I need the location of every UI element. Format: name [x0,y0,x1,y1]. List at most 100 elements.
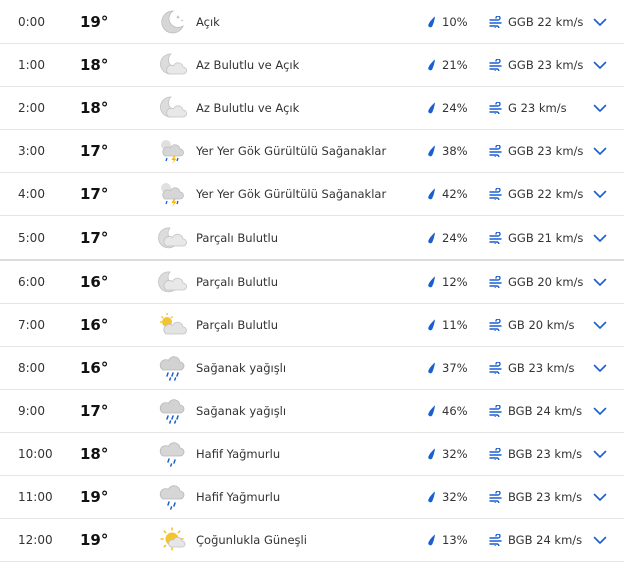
thunderstorm-icon [157,136,187,166]
hour-row[interactable]: 0:00 19° Açık 10% GGB 22 km/s [0,0,624,44]
thunderstorm-icon [157,179,187,209]
precipitation-value: 24% [442,101,468,115]
hour-time: 5:00 [18,230,45,245]
hour-row[interactable]: 5:00 17° Parçalı Bulutlu 24% GGB 21 km/s [0,216,624,261]
chevron-down-icon[interactable] [593,146,607,156]
raindrop-icon [428,319,435,331]
chevron-down-icon[interactable] [593,320,607,330]
hour-row[interactable]: 1:00 18° Az Bulutlu ve Açık 21% GGB 23 km/s [0,44,624,87]
wind-value: BGB 24 km/s [508,533,583,547]
wind-icon [489,15,502,28]
chevron-down-icon[interactable] [593,17,607,27]
hour-row[interactable]: 6:00 16° Parçalı Bulutlu 12% GGB 20 km/s [0,261,624,304]
precipitation: 42% [427,173,468,215]
wind: BGB 23 km/s [489,476,582,518]
raindrop-icon [428,16,435,27]
raindrop-icon [428,491,435,503]
hour-temperature: 17° [80,228,109,247]
precipitation-value: 42% [442,187,468,201]
raindrop-icon [428,534,435,546]
hour-time: 2:00 [18,101,45,115]
precipitation: 10% [427,0,468,43]
raindrop-icon [428,145,435,157]
precipitation: 24% [427,87,468,129]
precipitation-value: 11% [442,318,468,332]
hour-time: 6:00 [18,275,45,289]
hour-condition: Parçalı Bulutlu [196,230,279,245]
hourly-forecast-list: 0:00 19° Açık 10% GGB 22 km/s 1:00 18° Az Bulut… [0,0,624,562]
precipitation-value: 38% [442,144,468,158]
wind: GGB 22 km/s [489,0,583,43]
hour-time: 1:00 [18,58,45,72]
hour-row[interactable]: 3:00 17° Yer Yer Gök Gürültülü Sağanaklar 3… [0,130,624,173]
chevron-down-icon[interactable] [593,449,607,459]
hour-temperature: 16° [80,316,109,334]
hour-temperature: 19° [80,488,109,506]
hour-temperature: 16° [80,273,109,291]
precipitation-value: 46% [442,404,468,418]
wind-value: BGB 24 km/s [508,404,583,418]
wind-value: GGB 21 km/s [508,230,584,245]
hour-row[interactable]: 10:00 18° Hafif Yağmurlu 32% BGB 23 km/s [0,433,624,476]
hour-temperature: 19° [80,12,109,31]
precipitation: 12% [427,261,468,303]
wind: GB 20 km/s [489,304,574,346]
wind: GGB 21 km/s [489,216,583,259]
raindrop-icon [428,59,435,71]
wind-value: GGB 22 km/s [508,187,584,201]
wind-icon [489,491,502,503]
hour-row[interactable]: 7:00 16° Parçalı Bulutlu 11% GB 20 km/s [0,304,624,347]
hour-time: 8:00 [18,361,45,375]
wind-value: BGB 23 km/s [508,490,583,504]
chevron-down-icon[interactable] [593,189,607,199]
chevron-down-icon[interactable] [593,103,607,113]
chevron-down-icon[interactable] [593,233,607,243]
chevron-down-icon[interactable] [593,363,607,373]
wind-value: BGB 23 km/s [508,447,583,461]
hour-row[interactable]: 11:00 19° Hafif Yağmurlu 32% BGB 23 km/s [0,476,624,519]
chevron-down-icon[interactable] [593,60,607,70]
wind-icon [489,145,502,157]
chevron-down-icon[interactable] [593,406,607,416]
raindrop-icon [428,448,435,460]
wind-icon [489,188,502,200]
raindrop-icon [428,362,435,374]
hour-temperature: 16° [80,359,109,377]
hour-row[interactable]: 12:00 19° Çoğunlukla Güneşli 13% BGB 24 km/s [0,519,624,562]
hour-condition: Çoğunlukla Güneşli [196,533,307,547]
moon-cloudy-icon [157,223,187,253]
hour-row[interactable]: 2:00 18° Az Bulutlu ve Açık 24% G 23 km/s [0,87,624,130]
hour-row[interactable]: 9:00 17° Sağanak yağışlı 46% BGB 24 km/s [0,390,624,433]
precipitation: 32% [427,476,468,518]
chevron-down-icon[interactable] [593,277,607,287]
precipitation: 13% [427,519,468,561]
light-rain-icon [157,439,187,469]
wind-icon [489,59,502,71]
wind-value: GGB 23 km/s [508,144,584,158]
wind-icon [489,319,502,331]
chevron-down-icon[interactable] [593,492,607,502]
hour-row[interactable]: 8:00 16° Sağanak yağışlı 37% GB 23 km/s [0,347,624,390]
precipitation-value: 24% [442,230,468,245]
wind: GGB 23 km/s [489,130,583,172]
hour-condition: Parçalı Bulutlu [196,318,279,332]
hour-condition: Az Bulutlu ve Açık [196,58,300,72]
light-rain-icon [157,482,187,512]
precipitation: 24% [427,216,468,259]
precipitation-value: 32% [442,447,468,461]
raindrop-icon [428,102,435,114]
precipitation-value: 12% [442,275,468,289]
moon-partly-cloudy-icon [157,93,187,123]
wind-value: G 23 km/s [508,101,567,115]
hour-time: 0:00 [18,14,45,29]
hour-time: 11:00 [18,490,53,504]
hour-row[interactable]: 4:00 17° Yer Yer Gök Gürültülü Sağanaklar 4… [0,173,624,216]
wind: GGB 22 km/s [489,173,583,215]
hour-condition: Yer Yer Gök Gürültülü Sağanaklar [196,144,387,158]
hour-time: 3:00 [18,144,45,158]
hour-time: 7:00 [18,318,45,332]
wind: GGB 20 km/s [489,261,583,303]
chevron-down-icon[interactable] [593,535,607,545]
wind: GGB 23 km/s [489,44,583,86]
wind-icon [489,534,502,546]
